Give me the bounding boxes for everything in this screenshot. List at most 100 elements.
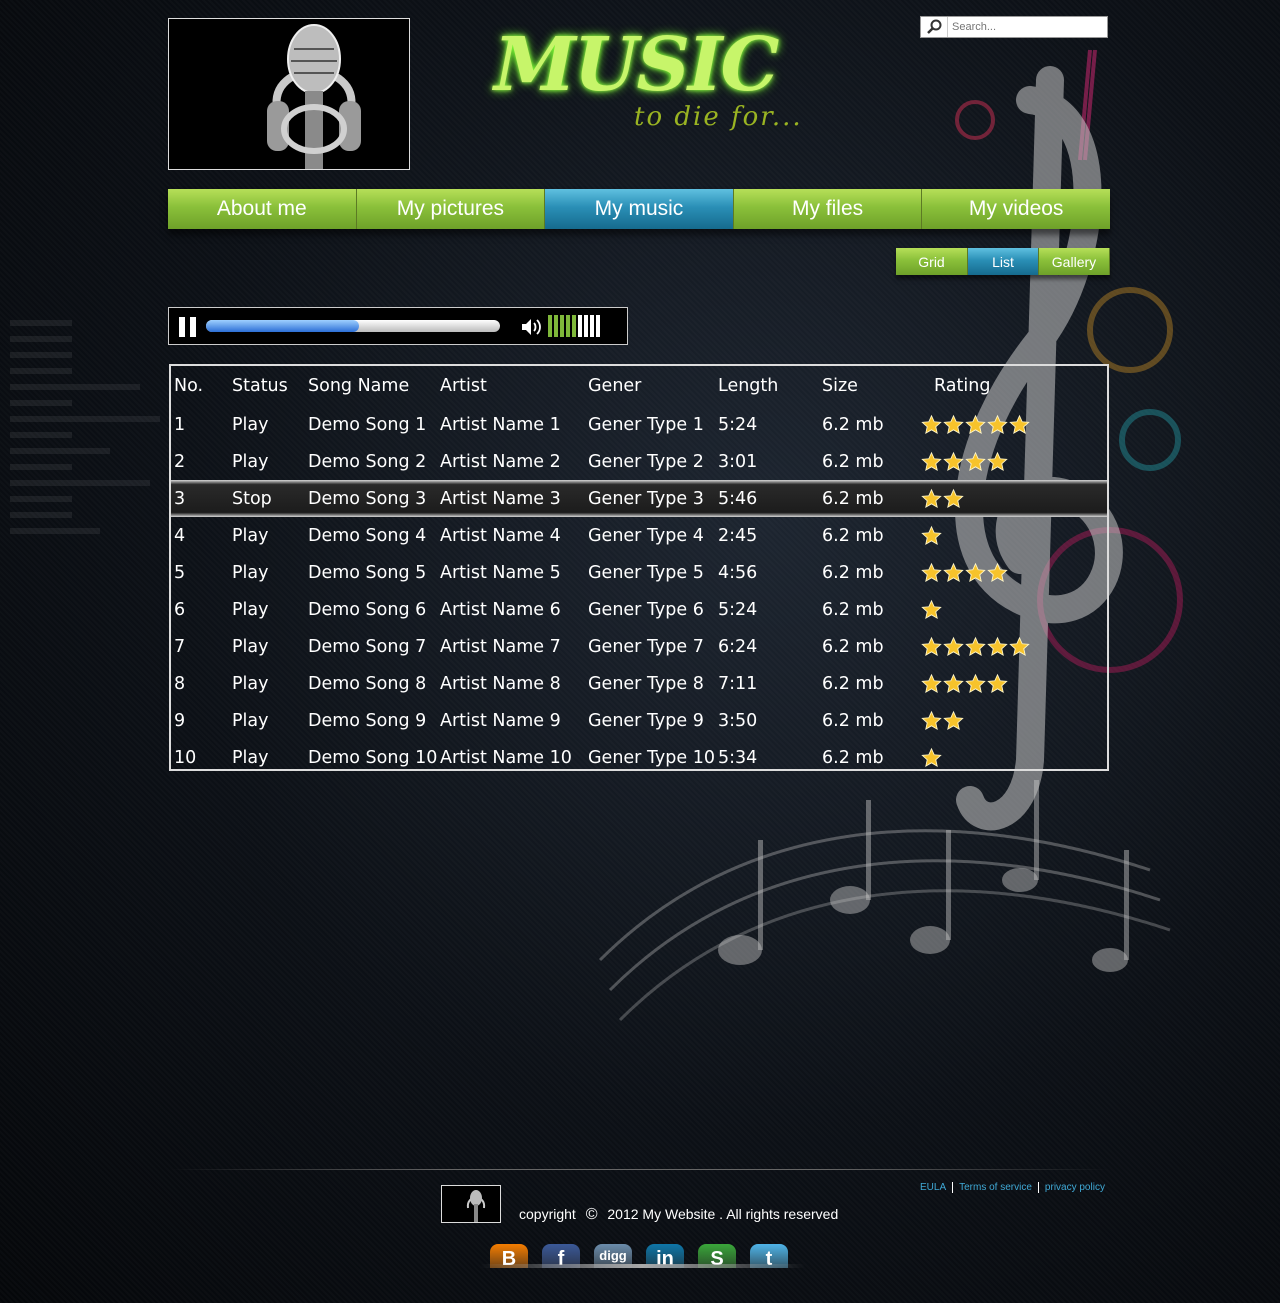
view-gallery-button[interactable]: Gallery bbox=[1038, 248, 1110, 275]
table-row[interactable]: 8 Play Demo Song 8 Artist Name 8 Gener Type … bbox=[171, 665, 1107, 702]
table-row[interactable]: 9 Play Demo Song 9 Artist Name 9 Gener Type … bbox=[171, 702, 1107, 739]
progress-bar[interactable] bbox=[206, 320, 500, 332]
star-icon bbox=[943, 488, 964, 508]
song-name: Demo Song 10 bbox=[308, 747, 438, 768]
speaker-icon[interactable] bbox=[521, 317, 543, 337]
star-icon bbox=[921, 710, 942, 730]
status-button[interactable]: Play bbox=[232, 452, 269, 472]
main-nav: About me My pictures My music My files My vi… bbox=[168, 189, 1110, 229]
volume-bar bbox=[560, 315, 564, 337]
rating-stars[interactable] bbox=[921, 673, 1008, 694]
status-button[interactable]: Play bbox=[232, 674, 269, 694]
background-music-notes bbox=[598, 780, 1171, 1022]
star-icon bbox=[943, 673, 964, 693]
file-size: 6.2 mb bbox=[822, 525, 884, 546]
table-row[interactable]: 7 Play Demo Song 7 Artist Name 7 Gener Type … bbox=[171, 628, 1107, 665]
artist-name: Artist Name 2 bbox=[440, 451, 561, 472]
star-icon bbox=[921, 488, 942, 508]
length: 5:24 bbox=[718, 414, 758, 435]
star-icon bbox=[943, 636, 964, 656]
length: 5:24 bbox=[718, 599, 758, 620]
volume-bar bbox=[590, 315, 594, 337]
pause-button[interactable] bbox=[178, 317, 198, 337]
nav-tab-my-videos[interactable]: My videos bbox=[922, 189, 1110, 229]
rating-stars[interactable] bbox=[921, 488, 964, 509]
star-icon bbox=[965, 451, 986, 471]
artist-name: Artist Name 10 bbox=[440, 747, 572, 768]
table-row[interactable]: 3 Stop Demo Song 3 Artist Name 3 Gener Type … bbox=[171, 480, 1107, 517]
rating-stars[interactable] bbox=[921, 562, 1008, 583]
song-name: Demo Song 6 bbox=[308, 599, 427, 620]
rating-stars[interactable] bbox=[921, 414, 1030, 435]
table-row[interactable]: 2 Play Demo Song 2 Artist Name 2 Gener Type … bbox=[171, 443, 1107, 480]
volume-bar bbox=[578, 315, 582, 337]
genre: Gener Type 2 bbox=[588, 451, 704, 472]
footer-link-terms-of-service[interactable]: Terms of service bbox=[953, 1182, 1039, 1193]
artist-name: Artist Name 8 bbox=[440, 673, 561, 694]
background-equalizer-bars bbox=[10, 320, 170, 560]
site-title: MUSIC bbox=[494, 22, 779, 108]
rating-stars[interactable] bbox=[921, 525, 942, 546]
rating-stars[interactable] bbox=[921, 636, 1030, 657]
footer-link-privacy-policy[interactable]: privacy policy bbox=[1039, 1182, 1111, 1193]
table-row[interactable]: 6 Play Demo Song 6 Artist Name 6 Gener Type … bbox=[171, 591, 1107, 628]
row-number: 3 bbox=[174, 488, 186, 509]
row-number: 4 bbox=[174, 525, 186, 546]
table-row[interactable]: 1 Play Demo Song 1 Artist Name 1 Gener Type … bbox=[171, 406, 1107, 443]
status-button[interactable]: Play bbox=[232, 526, 269, 546]
status-button[interactable]: Play bbox=[232, 600, 269, 620]
status-button[interactable]: Stop bbox=[232, 489, 272, 509]
volume-control[interactable] bbox=[548, 315, 600, 337]
genre: Gener Type 10 bbox=[588, 747, 715, 768]
column-header-rating: Rating bbox=[934, 376, 991, 396]
search-input[interactable] bbox=[948, 18, 1107, 36]
footer-link-eula[interactable]: EULA bbox=[914, 1182, 954, 1193]
rating-stars[interactable] bbox=[921, 747, 942, 768]
rating-stars[interactable] bbox=[921, 710, 964, 731]
row-number: 7 bbox=[174, 636, 186, 657]
status-button[interactable]: Play bbox=[232, 748, 269, 768]
table-row[interactable]: 4 Play Demo Song 4 Artist Name 4 Gener Type … bbox=[171, 517, 1107, 554]
star-icon bbox=[1009, 636, 1030, 656]
star-icon bbox=[921, 562, 942, 582]
star-icon bbox=[921, 525, 942, 545]
star-icon bbox=[921, 451, 942, 471]
status-button[interactable]: Play bbox=[232, 415, 269, 435]
nav-tab-my-pictures[interactable]: My pictures bbox=[356, 189, 546, 229]
view-list-button[interactable]: List bbox=[967, 248, 1039, 275]
genre: Gener Type 8 bbox=[588, 673, 704, 694]
row-number: 1 bbox=[174, 414, 186, 435]
microphone-headphones-icon bbox=[169, 19, 409, 169]
nav-tab-my-files[interactable]: My files bbox=[733, 189, 923, 229]
row-number: 6 bbox=[174, 599, 186, 620]
volume-bar bbox=[566, 315, 570, 337]
search-icon[interactable] bbox=[921, 17, 948, 37]
star-icon bbox=[987, 562, 1008, 582]
artist-name: Artist Name 3 bbox=[440, 488, 561, 509]
star-icon bbox=[943, 414, 964, 434]
view-grid-button[interactable]: Grid bbox=[896, 248, 968, 275]
table-row[interactable]: 5 Play Demo Song 5 Artist Name 5 Gener Type … bbox=[171, 554, 1107, 591]
artist-name: Artist Name 6 bbox=[440, 599, 561, 620]
status-button[interactable]: Play bbox=[232, 711, 269, 731]
star-icon bbox=[1009, 414, 1030, 434]
column-header-no: No. bbox=[174, 376, 204, 396]
volume-bar bbox=[554, 315, 558, 337]
rating-stars[interactable] bbox=[921, 451, 1008, 472]
genre: Gener Type 6 bbox=[588, 599, 704, 620]
songs-table: No. Status Song Name Artist Gener Length Size R… bbox=[169, 364, 1109, 771]
row-number: 10 bbox=[174, 747, 197, 768]
star-icon bbox=[987, 451, 1008, 471]
status-button[interactable]: Play bbox=[232, 563, 269, 583]
nav-tab-my-music[interactable]: My music bbox=[545, 189, 734, 229]
genre: Gener Type 7 bbox=[588, 636, 704, 657]
nav-tab-about-me[interactable]: About me bbox=[168, 189, 357, 229]
table-row[interactable]: 10 Play Demo Song 10 Artist Name 10 Gener Ty… bbox=[171, 739, 1107, 769]
view-switcher: Grid List Gallery bbox=[896, 248, 1110, 275]
star-icon bbox=[987, 414, 1008, 434]
rating-stars[interactable] bbox=[921, 599, 942, 620]
file-size: 6.2 mb bbox=[822, 747, 884, 768]
artist-name: Artist Name 1 bbox=[440, 414, 561, 435]
status-button[interactable]: Play bbox=[232, 637, 269, 657]
copyright-symbol: © bbox=[585, 1206, 598, 1223]
